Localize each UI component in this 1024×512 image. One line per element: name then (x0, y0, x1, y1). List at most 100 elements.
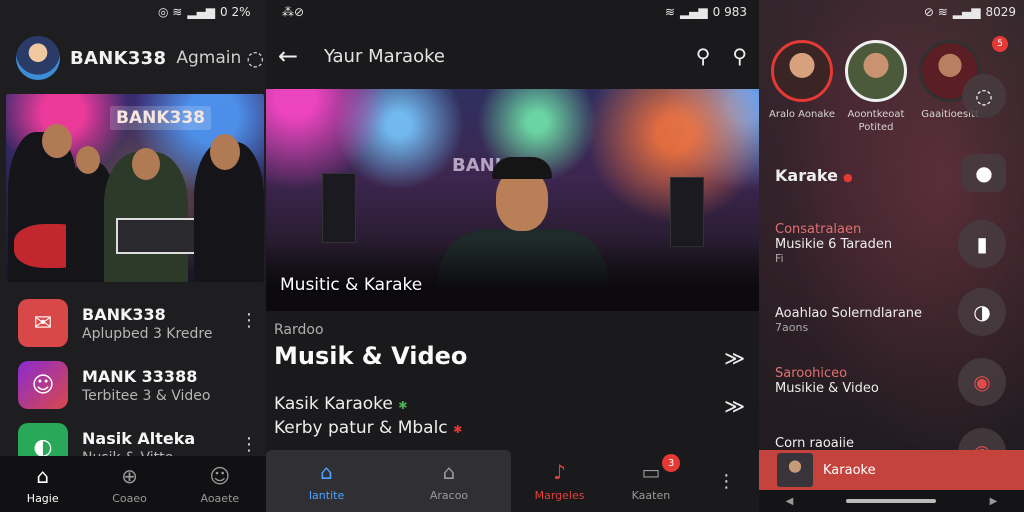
notification-badge: 5 (992, 36, 1008, 52)
like-button[interactable]: ◉ (958, 358, 1006, 406)
feed-item[interactable]: Karake ● (775, 166, 853, 185)
library-button[interactable]: ▮ (958, 220, 1006, 268)
tab-inbox[interactable]: ▭ 3 Kaaten (632, 454, 681, 502)
bottom-nav: ⌂ Hagie ⊕ Coaeo ☺ Aoaete (0, 456, 266, 512)
forward-triangle-icon[interactable]: ▶ (990, 496, 998, 507)
section-label: Rardoo (274, 322, 324, 338)
band-member-head (42, 124, 72, 158)
store-icon: ⌂ (442, 460, 456, 484)
more-vert-icon[interactable]: ⋮ (717, 471, 735, 492)
profile-icon: ☺ (209, 463, 231, 488)
search-icon[interactable]: ◌ (247, 46, 264, 70)
status-bar: ◎ ≋ ▂▄▆ 0 2% (158, 4, 251, 20)
library-icon: ▮ (976, 232, 988, 256)
tab-home[interactable]: ⌂ Iantite (309, 460, 344, 502)
screen-home: ◎ ≋ ▂▄▆ 0 2% BANK338 Agmain ◌ BANK338 ✉ (0, 0, 266, 512)
chevron-right-icon[interactable]: ≫ (724, 394, 745, 418)
app-subtitle: Agmain (176, 48, 242, 68)
bottom-tabs-right: ♪ Margeles ▭ 3 Kaaten ⋮ (511, 450, 759, 512)
feed-item-meta: Fi (775, 252, 784, 265)
story-avatar (845, 40, 907, 102)
star-icon: ✱ (453, 423, 463, 436)
voice-search-icon[interactable]: ⚲ (732, 44, 747, 68)
chat-bubble-button[interactable]: ◌ (962, 74, 1006, 118)
story-item[interactable]: Aralo Aonake (769, 40, 835, 134)
story-item[interactable]: Aoontkeoat Potited (843, 40, 909, 134)
list-item[interactable]: Kasik Karaoke ✱ (274, 394, 408, 414)
hero-image-singer[interactable]: BANK Musitic & Karake (266, 89, 759, 311)
status-bar: ⊘ ≋ ▂▄▆ 8029 (924, 4, 1016, 20)
feed-item[interactable]: Aoahlao Solerndlarane 7aons (775, 306, 922, 334)
feed-item-title: Musikie & Video (775, 381, 879, 396)
band-member-head (76, 146, 100, 174)
system-nav-bar: ◀ ▶ (759, 490, 1024, 512)
nav-search[interactable]: ⊕ Coaeo (112, 464, 147, 505)
tab-label: Aracoo (429, 489, 469, 502)
back-arrow-icon[interactable]: ← (278, 42, 314, 70)
feed-item[interactable]: Consatralaen Musikie 6 Taraden Fi (775, 222, 892, 265)
feed-item-label: Saroohiceo (775, 366, 848, 381)
page-title: Yaur Maraoke (324, 45, 445, 67)
search-icon: ⊕ (121, 463, 138, 488)
speaker (670, 177, 704, 247)
status-bar-left: ⁂⊘ (282, 4, 304, 20)
list-item-label: Kasik Karaoke (274, 394, 393, 414)
app-title: BANK338 (70, 47, 167, 69)
location-button[interactable]: ● (962, 154, 1006, 192)
feed-item[interactable]: Corn raoaiie (775, 436, 854, 451)
list-item-subtitle: Terbitee 3 & Video (82, 387, 211, 404)
list-item[interactable]: ✉ BANK338 Aplupbed 3 Kredre ⋮ (0, 292, 266, 354)
location-icon: ● (975, 161, 993, 185)
status-bar: ≋ ▂▄▆ 0 983 (665, 4, 747, 20)
list-item[interactable]: ☺ MANK 33388 Terbitee 3 & Video (0, 354, 266, 416)
tab-label: Iantite (308, 489, 345, 502)
nav-home[interactable]: ⌂ Hagie (27, 464, 59, 505)
home-icon: ⌂ (320, 460, 333, 484)
more-vert-icon[interactable]: ⋮ (240, 434, 258, 455)
more-vert-icon[interactable]: ⋮ (240, 310, 258, 331)
feed-item-label: Consatralaen (775, 222, 862, 237)
stories-row: Aralo Aonake Aoontkeoat Potited Gaaitioe… (769, 40, 983, 134)
nav-profile[interactable]: ☺ Aoaete (201, 464, 240, 505)
tab-music[interactable]: ♪ Margeles (535, 460, 585, 502)
tab-store[interactable]: ⌂ Aracoo (430, 460, 468, 502)
back-triangle-icon[interactable]: ◀ (786, 496, 794, 507)
band-member-head (132, 148, 160, 180)
signal-icon: ▂▄▆ (187, 5, 216, 19)
feed-item[interactable]: Saroohiceo Musikie & Video (775, 366, 879, 396)
feed-item-meta: 7aons (775, 321, 809, 334)
screen-social: ⊘ ≋ ▂▄▆ 8029 5 Aralo Aonake Aoontkeoat P… (759, 0, 1024, 512)
feed-item-title: Musikie 6 Taraden (775, 237, 893, 252)
toggle-button[interactable]: ◑ (958, 288, 1006, 336)
screen-karaoke: ⁂⊘ ≋ ▂▄▆ 0 983 ← Yaur Maraoke ⚲ ⚲ BANK M… (266, 0, 759, 512)
battery-label: 0 2% (220, 5, 251, 19)
story-avatar (771, 40, 833, 102)
story-name: Aralo Aonake (769, 109, 835, 120)
live-dot-icon: ● (843, 171, 853, 184)
tab-label: Margeles (534, 489, 585, 502)
nav-label: Aoaete (200, 491, 240, 505)
home-pill[interactable] (846, 499, 937, 503)
notification-badge: 3 (662, 454, 681, 472)
band-member-head (210, 134, 240, 170)
bottom-tabs-left: ⌂ Iantite ⌂ Aracoo (266, 450, 511, 512)
wifi-icon: ≋ (664, 5, 675, 19)
inbox-icon: ▭ (641, 460, 661, 484)
singer-cap (492, 157, 552, 179)
avatar[interactable] (16, 36, 60, 80)
list-item-title: BANK338 (82, 304, 166, 324)
bank-icon: ✉ (18, 299, 68, 347)
hero-image-band[interactable]: BANK338 (6, 94, 264, 282)
search-icon[interactable]: ⚲ (696, 44, 711, 68)
battery-label: 0 983 (712, 5, 747, 19)
half-circle-icon: ◑ (973, 300, 991, 324)
mini-player[interactable]: Karaoke (759, 450, 1024, 490)
app-header: BANK338 Agmain ◌ (16, 36, 266, 80)
singer-thumb: ☺ (18, 361, 68, 409)
chevron-right-icon[interactable]: ≫ (724, 346, 745, 370)
app-header: ← Yaur Maraoke ⚲ ⚲ (278, 40, 747, 72)
hero-caption: Musitic & Karake (280, 275, 423, 295)
list-item[interactable]: Kerby patur & Mbalc ✱ (274, 418, 462, 438)
story-name: Aoontkeoat Potited (847, 109, 905, 133)
wifi-icon: ⊘ ≋ (923, 5, 948, 19)
